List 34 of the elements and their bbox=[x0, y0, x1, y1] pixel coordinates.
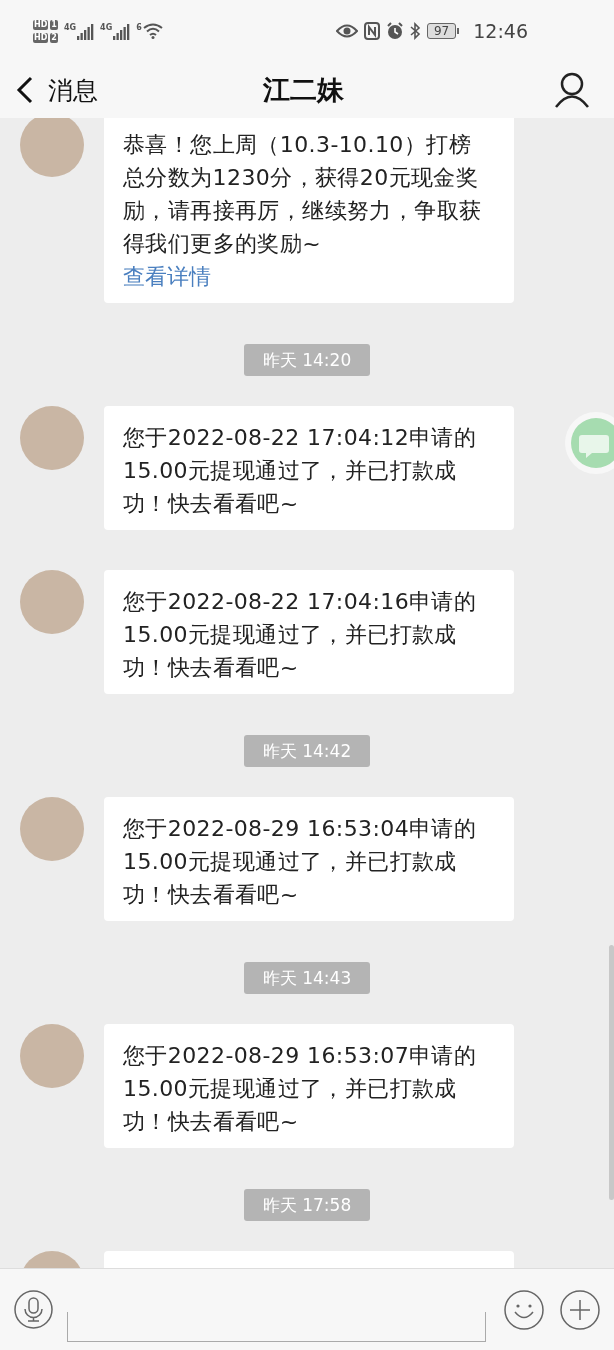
battery-level: 97 bbox=[426, 23, 457, 39]
network-label: 4G bbox=[63, 22, 77, 32]
wifi-label: 6 bbox=[136, 23, 142, 32]
avatar-placeholder bbox=[20, 118, 84, 177]
timestamp: 昨天 14:20 bbox=[243, 344, 371, 376]
sim-slot: 2 bbox=[50, 32, 58, 43]
message-text: 您于2022-08-22 17:04:12申请的15.00元提现通过了，并已打款成功！快去看看吧~ bbox=[123, 424, 478, 518]
network-label: 4G bbox=[100, 22, 113, 32]
wifi-icon bbox=[142, 23, 163, 39]
timestamp: 昨天 14:43 bbox=[243, 962, 371, 994]
sim-badge: HD bbox=[33, 19, 49, 30]
sim-slot: 1 bbox=[50, 19, 58, 30]
plus-icon[interactable] bbox=[560, 1289, 600, 1330]
back-button[interactable]: 消息 bbox=[16, 73, 98, 107]
message-text: 您于2022-08-29 16:53:04申请的15.00元提现通过了，并已打款成功！快去看看吧~ bbox=[123, 815, 478, 909]
message-text: 您于2022-08-22 17:04:16申请的15.00元提现通过了，并已打款成功！快去看看吧~ bbox=[123, 588, 478, 682]
message-text: 您于2022-08-29 16:53:07申请的15.00元提现通过了，并已打款成功！快去看看吧~ bbox=[123, 1042, 478, 1136]
sim-badge: HD bbox=[33, 32, 49, 43]
emoji-icon[interactable] bbox=[504, 1289, 544, 1330]
nfc-icon bbox=[363, 22, 380, 40]
microphone-icon[interactable] bbox=[14, 1290, 53, 1329]
signal-icon bbox=[113, 22, 131, 40]
timestamp: 昨天 17:58 bbox=[243, 1189, 371, 1221]
profile-icon[interactable] bbox=[554, 72, 590, 108]
message-input-field[interactable] bbox=[67, 1311, 486, 1342]
alarm-clock-icon bbox=[385, 22, 404, 40]
message-text: 恭喜！您上周（10.3-10.10）打榜总分数为1230分，获得20元现金奖励，请再接再厉，继续努力，争取获得我们更多的奖励~ bbox=[123, 131, 483, 258]
timestamp: 昨天 14:42 bbox=[243, 735, 371, 767]
signal-icon bbox=[77, 22, 95, 40]
clock-time: 12:46 bbox=[473, 20, 528, 42]
details-link[interactable]: 查看详情 bbox=[123, 260, 211, 293]
eye-icon bbox=[335, 24, 358, 38]
bluetooth-icon bbox=[409, 22, 421, 40]
chat-title: 江二妹 bbox=[262, 73, 344, 107]
